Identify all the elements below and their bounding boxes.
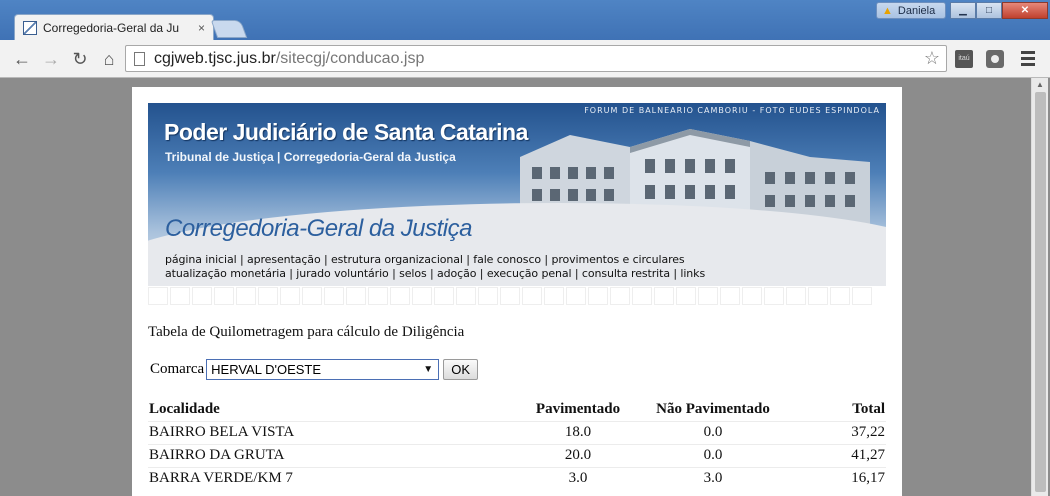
tab-title: Corregedoria-Geral da Ju (43, 21, 180, 35)
forward-arrow-icon[interactable]: → (41, 49, 61, 69)
page-heading: Tabela de Quilometragem para cálculo de … (148, 324, 465, 340)
comarca-selected-value: HERVAL D'OESTE (211, 362, 322, 377)
cell-nao-pavimentado: 0.0 (628, 443, 798, 467)
browser-toolbar: ← → ↻ ⌂ cgjweb.tjsc.jus.br/sitecgj/condu… (0, 40, 1050, 78)
nav-link-pagina-inicial[interactable]: página inicial (165, 253, 237, 266)
cell-total: 37,22 (798, 420, 886, 444)
nav-link-selos[interactable]: selos (399, 267, 427, 280)
cell-pavimentado: 3.0 (528, 466, 628, 490)
header-banner: FORUM DE BALNEARIO CAMBORIU - FOTO EUDES… (148, 103, 886, 286)
decorative-squares (148, 287, 874, 307)
cell-localidade: BAIRRO DA GRUTA (148, 443, 528, 467)
nav-link-adocao[interactable]: adoção (437, 267, 476, 280)
money-extension-icon[interactable] (986, 50, 1004, 68)
bookmark-star-icon[interactable]: ☆ (924, 48, 940, 69)
nav-link-links[interactable]: links (680, 267, 705, 280)
scroll-up-arrow-icon[interactable]: ▲ (1036, 80, 1044, 89)
page-icon (134, 52, 145, 66)
profile-name: Daniela (897, 4, 936, 17)
nav-link-fale-conosco[interactable]: fale conosco (473, 253, 541, 266)
window-controls: ▁ □ ✕ (950, 2, 1048, 19)
page-viewport: FORUM DE BALNEARIO CAMBORIU - FOTO EUDES… (0, 78, 1050, 496)
photo-credit: FORUM DE BALNEARIO CAMBORIU - FOTO EUDES… (584, 106, 880, 115)
reload-icon[interactable]: ↻ (70, 49, 90, 69)
cell-nao-pavimentado: 3.0 (628, 466, 798, 490)
table-row: BARRA VERDE/KM 7 3.0 3.0 16,17 (148, 466, 886, 490)
warning-icon: ▲ (882, 4, 893, 17)
nav-link-provimentos-e-circulares[interactable]: provimentos e circulares (551, 253, 684, 266)
site-title: Poder Judiciário de Santa Catarina (164, 119, 528, 145)
mileage-table: Localidade Pavimentado Não Pavimentado T… (148, 399, 886, 490)
nav-link-execucao-penal[interactable]: execução penal (487, 267, 572, 280)
window-titlebar: Corregedoria-Geral da Ju × ▲ Daniela ▁ □… (0, 0, 1050, 41)
close-window-button[interactable]: ✕ (1002, 2, 1048, 19)
favicon-icon (23, 21, 37, 35)
table-row: BAIRRO BELA VISTA 18.0 0.0 37,22 (148, 420, 886, 444)
nav-link-apresentacao[interactable]: apresentação (247, 253, 321, 266)
tab-close-icon[interactable]: × (198, 21, 205, 35)
minimize-button[interactable]: ▁ (950, 2, 976, 19)
home-icon[interactable]: ⌂ (99, 49, 119, 69)
cell-localidade: BAIRRO BELA VISTA (148, 420, 528, 444)
url-host: cgjweb.tjsc.jus.br (154, 50, 276, 67)
cell-total: 41,27 (798, 443, 886, 467)
back-arrow-icon[interactable]: ← (12, 49, 32, 69)
nav-link-atualizacao-monetaria[interactable]: atualização monetária (165, 267, 286, 280)
comarca-select[interactable]: HERVAL D'OESTE ▼ (206, 359, 440, 380)
comarca-form: Comarca HERVAL D'OESTE ▼ OK (150, 359, 479, 380)
cell-total: 16,17 (798, 466, 886, 490)
site-subtitle: Tribunal de Justiça | Corregedoria-Geral… (165, 150, 456, 164)
nav-link-estrutura-organizacional[interactable]: estrutura organizacional (331, 253, 463, 266)
url-path: /sitecgj/conducao.jsp (275, 50, 425, 67)
nav-links-row-1: página inicial | apresentação | estrutur… (165, 253, 685, 266)
dropdown-arrow-icon: ▼ (423, 364, 434, 375)
address-bar[interactable]: cgjweb.tjsc.jus.br/sitecgj/conducao.jsp … (125, 45, 947, 72)
cell-pavimentado: 18.0 (528, 420, 628, 444)
browser-tab-active[interactable]: Corregedoria-Geral da Ju × (14, 14, 214, 41)
scrollbar-thumb[interactable] (1035, 92, 1046, 492)
new-tab-button[interactable] (210, 20, 248, 38)
page-content: FORUM DE BALNEARIO CAMBORIU - FOTO EUDES… (132, 87, 902, 496)
itau-extension-icon[interactable]: itaú (955, 50, 973, 68)
header-pavimentado: Pavimentado (535, 401, 621, 418)
nav-link-consulta-restrita[interactable]: consulta restrita (582, 267, 670, 280)
cell-pavimentado: 20.0 (528, 443, 628, 467)
vertical-scrollbar[interactable]: ▲ (1031, 78, 1048, 496)
maximize-button[interactable]: □ (976, 2, 1002, 19)
nav-links-row-2: atualização monetária | jurado voluntári… (165, 267, 706, 280)
section-title: Corregedoria-Geral da Justiça (165, 215, 472, 242)
nav-links: página inicial | apresentação | estrutur… (165, 253, 705, 281)
comarca-label: Comarca (150, 361, 205, 377)
ok-button[interactable]: OK (443, 359, 479, 380)
nav-link-jurado-voluntario[interactable]: jurado voluntário (296, 267, 389, 280)
cell-localidade: BARRA VERDE/KM 7 (148, 466, 528, 490)
header-total: Total (852, 401, 885, 418)
chrome-menu-icon[interactable] (1021, 51, 1035, 69)
table-header-row: Localidade Pavimentado Não Pavimentado T… (148, 399, 886, 421)
header-nao-pavimentado: Não Pavimentado (656, 401, 770, 418)
cell-nao-pavimentado: 0.0 (628, 420, 798, 444)
profile-button[interactable]: ▲ Daniela (876, 2, 946, 19)
table-row: BAIRRO DA GRUTA 20.0 0.0 41,27 (148, 443, 886, 467)
header-localidade: Localidade (149, 401, 220, 418)
